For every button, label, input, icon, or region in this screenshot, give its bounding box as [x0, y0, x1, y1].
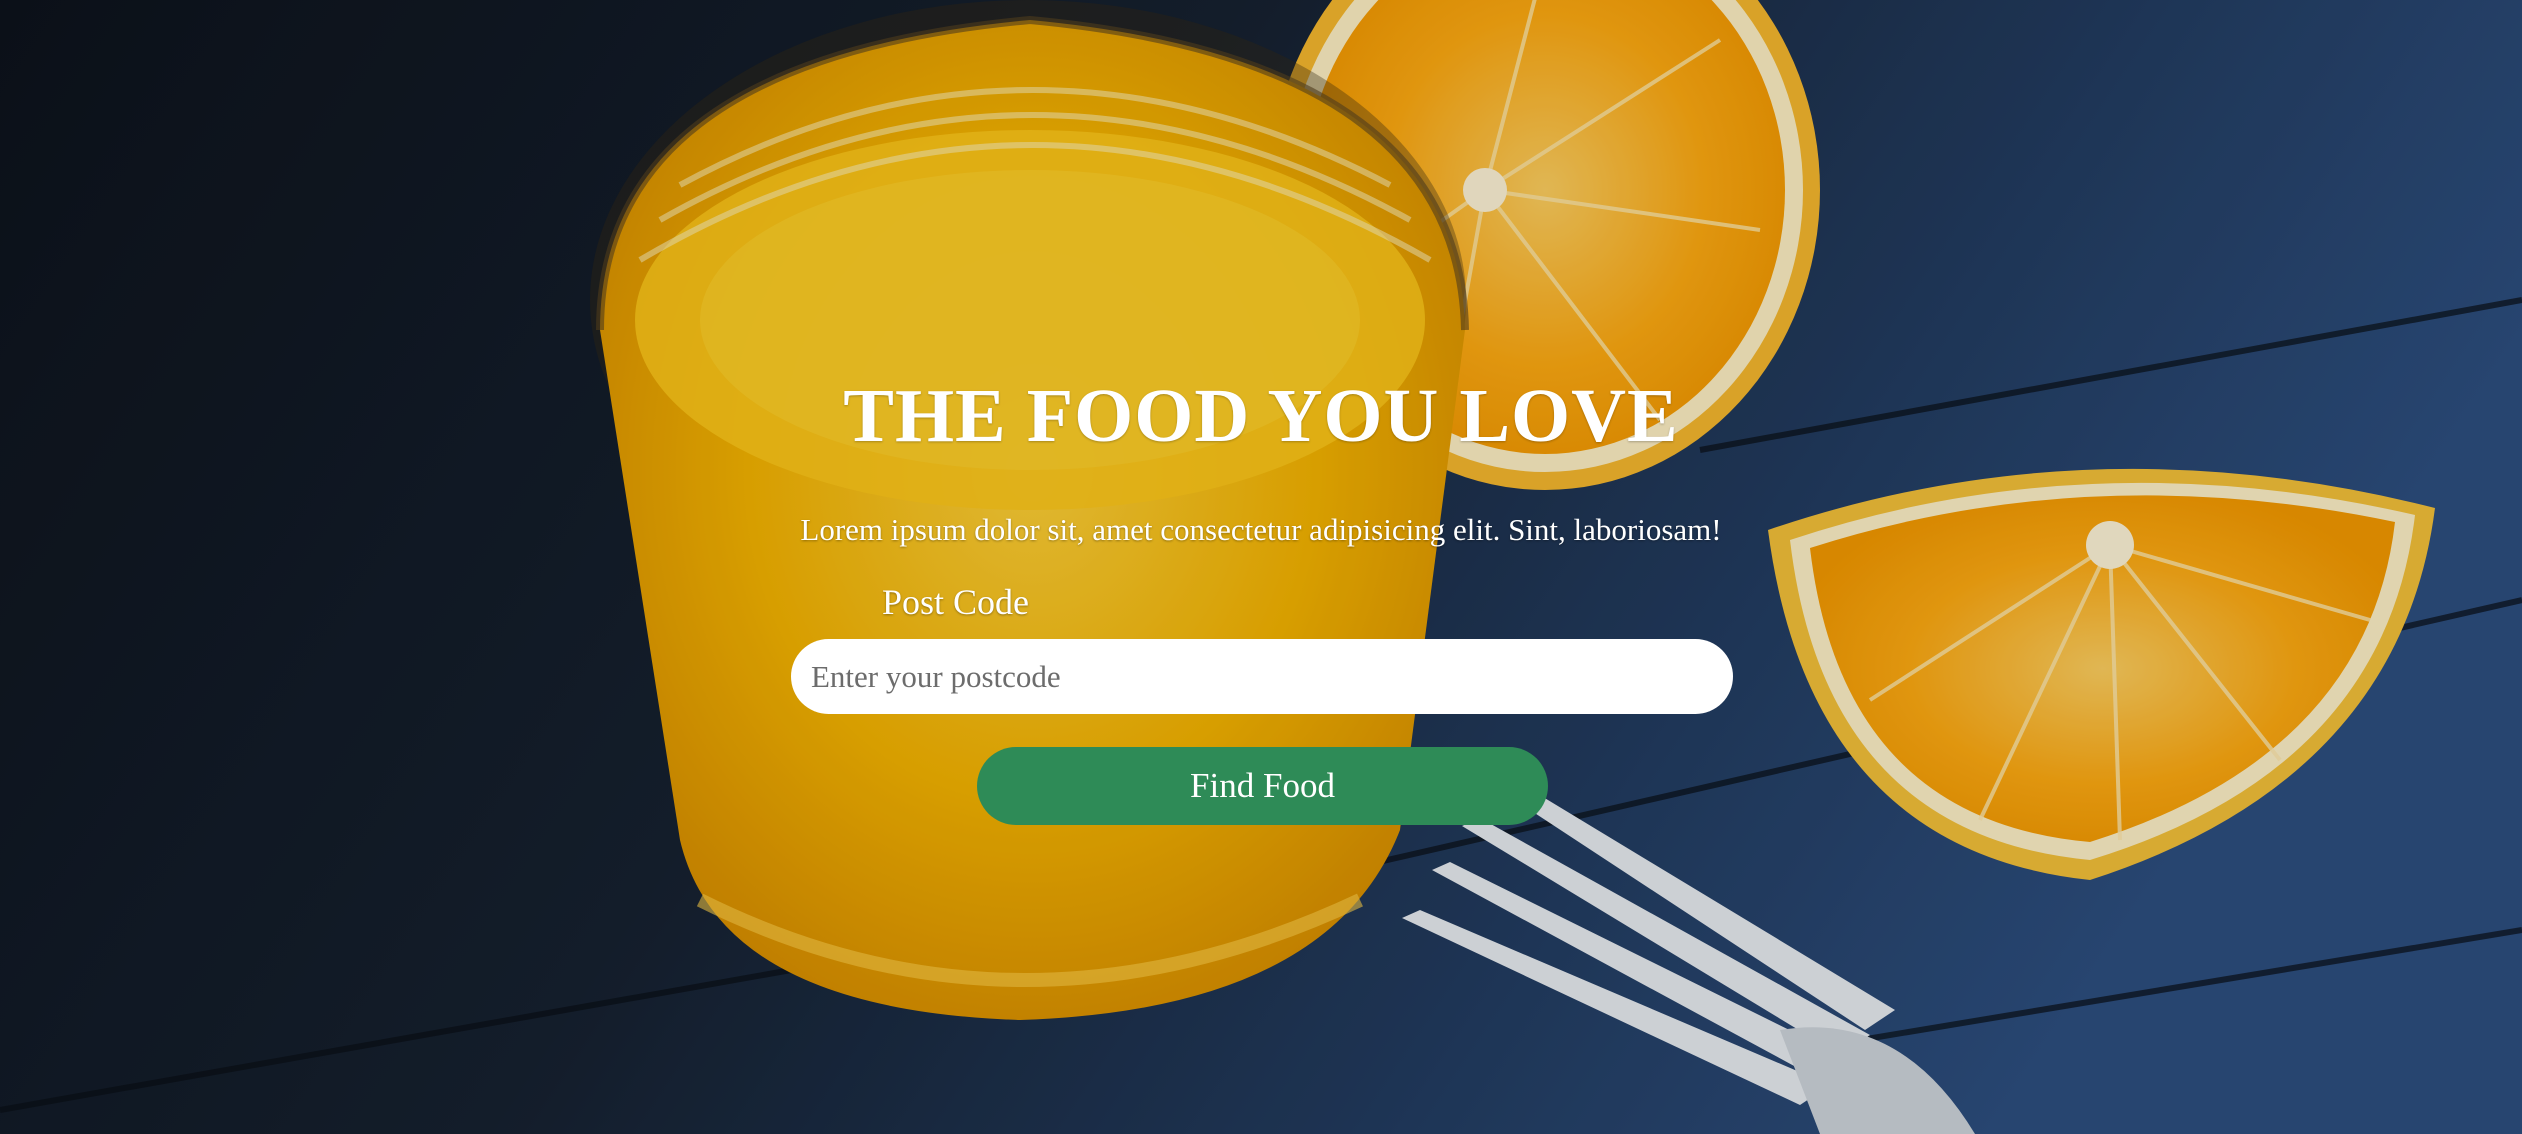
- hero-content: THE FOOD YOU LOVE Lorem ipsum dolor sit,…: [0, 0, 2522, 1134]
- postcode-label: Post Code: [882, 582, 1030, 622]
- hero-subtitle: Lorem ipsum dolor sit, amet consectetur …: [800, 512, 1722, 547]
- hero-title: THE FOOD YOU LOVE: [843, 374, 1679, 458]
- find-food-button[interactable]: Find Food: [977, 747, 1548, 825]
- hero-section: THE FOOD YOU LOVE Lorem ipsum dolor sit,…: [0, 0, 2522, 1134]
- postcode-input[interactable]: [791, 639, 1733, 714]
